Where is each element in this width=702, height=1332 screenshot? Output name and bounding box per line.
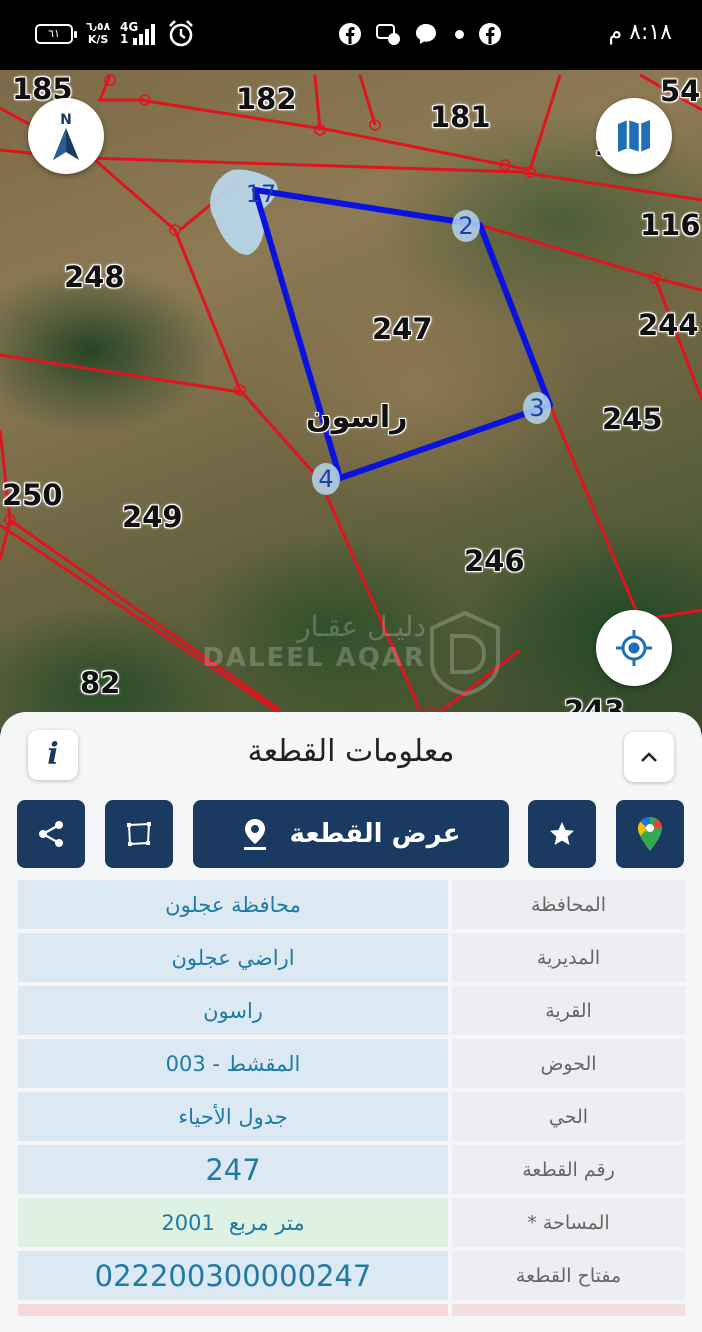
favorite-button[interactable] xyxy=(528,800,596,868)
locate-icon xyxy=(616,630,652,666)
google-maps-icon xyxy=(638,817,662,851)
info-row-governorate: المحافظة محافظة عجلون xyxy=(18,880,685,929)
row-label: مفتاح القطعة xyxy=(452,1251,685,1300)
sheet-title: معلومات القطعة xyxy=(247,734,455,769)
row-value: المقشط - 003 xyxy=(18,1039,448,1088)
signal-icon xyxy=(133,24,155,45)
network-speed: ٦٫٥٨ K/S xyxy=(86,20,111,46)
messenger-icon xyxy=(416,24,436,44)
parcel-vertex-17: 17 xyxy=(245,180,277,208)
info-row-village: القرية راسون xyxy=(18,986,685,1035)
facebook-icon xyxy=(479,23,501,45)
row-value: راسون xyxy=(18,986,448,1035)
plot-number-244[interactable]: 244 xyxy=(638,308,699,342)
star-icon xyxy=(550,822,574,845)
svg-text:N: N xyxy=(60,112,72,128)
row-label: المساحة * xyxy=(452,1198,685,1247)
row-value: اراضي عجلون xyxy=(18,933,448,982)
map-view[interactable]: 185 182 181 54 1 116 248 247 244 245 250… xyxy=(0,70,702,730)
compass-button[interactable]: N xyxy=(28,98,104,174)
row-value: 2001 متر مربع xyxy=(18,1198,448,1247)
village-label: راسون xyxy=(306,400,408,435)
parcel-vertex-2: 2 xyxy=(452,210,480,242)
action-bar: عرض القطعة xyxy=(0,800,702,868)
clock: ٨:١٨ م xyxy=(608,20,673,45)
info-row-plot-key: مفتاح القطعة 022200300000247 xyxy=(18,1251,685,1300)
draw-polygon-button[interactable] xyxy=(105,800,173,868)
row-value: 247 xyxy=(18,1145,448,1194)
row-label: رقم القطعة xyxy=(452,1145,685,1194)
plot-number-54[interactable]: 54 xyxy=(660,74,700,108)
row-value[interactable]: 022200300000247 xyxy=(18,1251,448,1300)
battery-icon: ٦١ xyxy=(35,24,77,44)
show-plot-button[interactable]: عرض القطعة xyxy=(193,800,509,868)
watermark: دليـل عقـار DALEEL AQAR xyxy=(202,610,426,673)
row-label: المديرية xyxy=(452,933,685,982)
notification-dot xyxy=(455,30,464,39)
chat-fb-icon xyxy=(376,24,400,45)
row-label: الحوض xyxy=(452,1039,685,1088)
google-maps-button[interactable] xyxy=(616,800,684,868)
location-pin-icon xyxy=(244,819,267,850)
plot-number-247[interactable]: 247 xyxy=(372,312,433,346)
expand-button[interactable] xyxy=(624,732,674,782)
plot-number-248[interactable]: 248 xyxy=(64,260,125,294)
status-bar: ٦١ ٦٫٥٨ K/S 4G 1 ٨:١٨ م xyxy=(0,0,702,70)
parcel-vertex-4: 4 xyxy=(312,463,340,495)
plot-number-181[interactable]: 181 xyxy=(430,100,491,134)
row-value: محافظة عجلون xyxy=(18,880,448,929)
map-icon xyxy=(618,120,650,152)
my-location-button[interactable] xyxy=(596,610,672,686)
plot-number-249[interactable]: 249 xyxy=(122,500,183,534)
plot-number-246[interactable]: 246 xyxy=(464,544,525,578)
info-row-area: المساحة * 2001 متر مربع xyxy=(18,1198,685,1247)
info-row-plot-number: رقم القطعة 247 xyxy=(18,1145,685,1194)
area-number: 2001 xyxy=(161,1210,215,1235)
row-value: جدول الأحياء xyxy=(18,1092,448,1141)
plot-number-245[interactable]: 245 xyxy=(602,402,663,436)
map-layers-button[interactable] xyxy=(596,98,672,174)
plot-info-sheet: i معلومات القطعة عرض القطعة المحافظة محا… xyxy=(0,712,702,1332)
watermark-logo-icon xyxy=(430,610,500,696)
info-row-basin: الحوض المقشط - 003 xyxy=(18,1039,685,1088)
plot-number-82[interactable]: 82 xyxy=(80,666,120,700)
row-label: الحي xyxy=(452,1092,685,1141)
facebook-icon xyxy=(339,23,361,45)
plot-number-182[interactable]: 182 xyxy=(236,82,297,116)
show-plot-label: عرض القطعة xyxy=(289,819,461,849)
parcel-vertex-3: 3 xyxy=(523,392,551,424)
chevron-up-icon xyxy=(641,752,657,762)
info-row-neighborhood: الحي جدول الأحياء xyxy=(18,1092,685,1141)
polygon-icon xyxy=(127,822,151,846)
north-arrow-icon: N xyxy=(53,112,79,160)
info-row-directorate: المديرية اراضي عجلون xyxy=(18,933,685,982)
plot-number-250[interactable]: 250 xyxy=(2,478,63,512)
share-icon xyxy=(39,821,63,847)
alarm-icon xyxy=(169,20,193,47)
area-unit: متر مربع xyxy=(228,1210,305,1235)
row-label: القرية xyxy=(452,986,685,1035)
share-button[interactable] xyxy=(17,800,85,868)
plot-info-table: المحافظة محافظة عجلون المديرية اراضي عجل… xyxy=(18,880,685,1320)
plot-number-116[interactable]: 116 xyxy=(640,208,701,242)
row-label: المحافظة xyxy=(452,880,685,929)
